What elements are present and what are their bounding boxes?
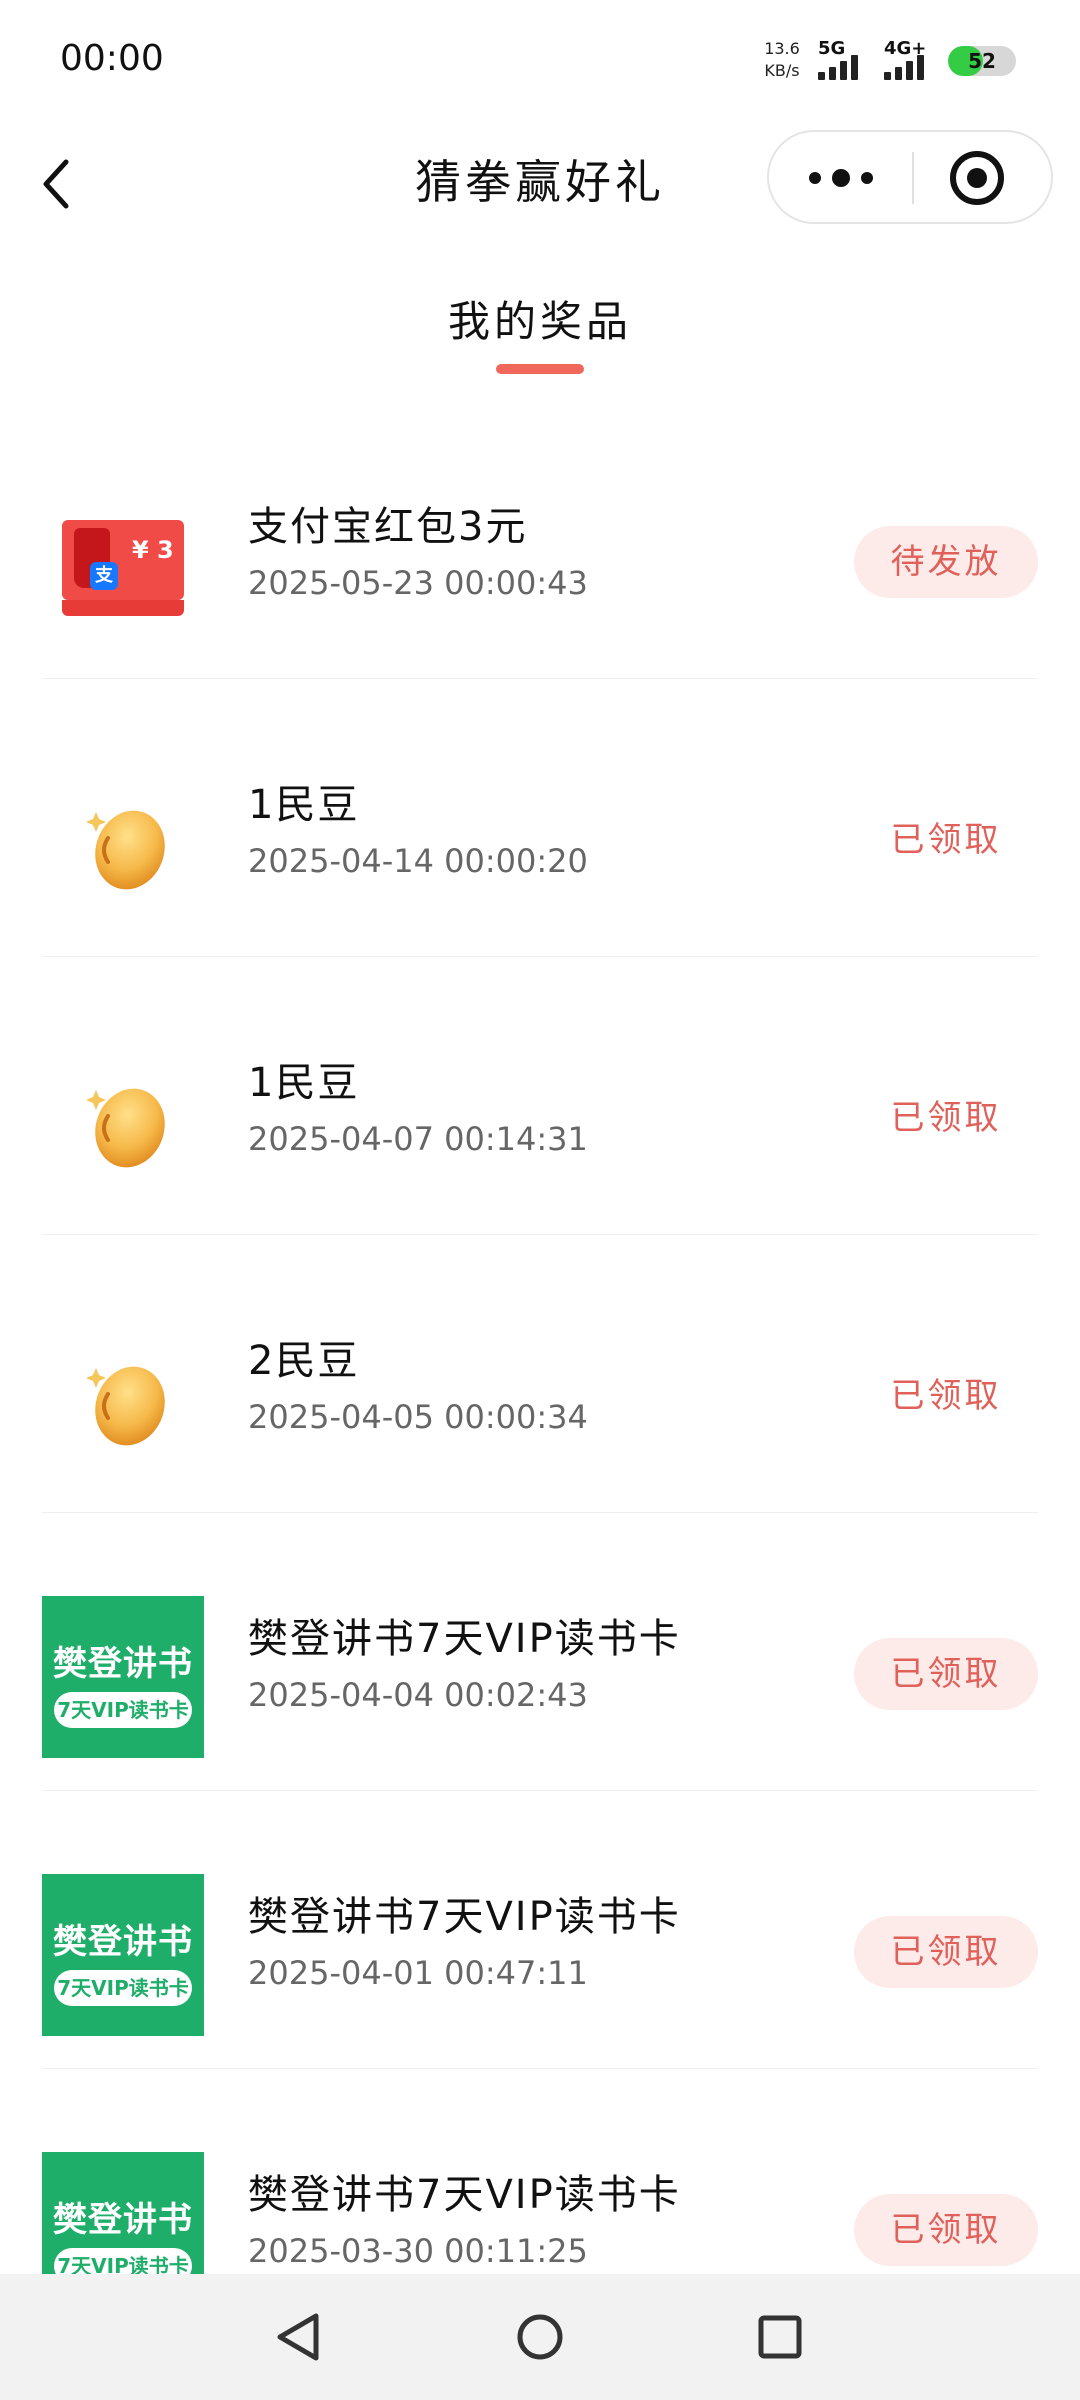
system-back-button[interactable]: [260, 2302, 340, 2372]
target-circle-icon: [950, 151, 1004, 205]
battery-level: 52: [968, 49, 996, 73]
system-navigation-bar: [0, 2274, 1080, 2400]
system-home-button[interactable]: [500, 2302, 580, 2372]
prize-status-button[interactable]: 已领取: [854, 1360, 1038, 1432]
prize-list-item: 1民豆 2025-04-07 00:14:31 已领取: [42, 956, 1038, 1235]
prize-time: 2025-04-05 00:00:34: [248, 1398, 588, 1436]
signal-bars-icon: [818, 54, 858, 80]
prize-name: 1民豆: [248, 1060, 360, 1106]
status-time: 00:00: [60, 38, 164, 79]
signal-5g: 5G: [818, 38, 874, 82]
prize-thumbnail: [42, 1318, 204, 1480]
signal-bars-icon: [884, 54, 924, 80]
square-recents-icon: [758, 2315, 802, 2359]
battery-icon: 52: [948, 46, 1016, 76]
prize-list-item: 樊登讲书 7天VIP读书卡 樊登讲书7天VIP读书卡 2025-04-04 00:02…: [42, 1512, 1038, 1791]
alipay-logo-icon: 支: [90, 562, 118, 590]
prize-status-button[interactable]: 待发放: [854, 526, 1038, 598]
prize-name: 樊登讲书7天VIP读书卡: [248, 1616, 681, 1662]
more-button[interactable]: [769, 132, 911, 222]
more-dots-icon: [809, 169, 873, 187]
prize-name: 樊登讲书7天VIP读书卡: [248, 2172, 681, 2218]
prize-status-button[interactable]: 已领取: [854, 2194, 1038, 2266]
bean-icon: [86, 1088, 165, 1168]
book-card-title: 樊登讲书: [53, 1644, 193, 1684]
prize-list-item: 2民豆 2025-04-05 00:00:34 已领取: [42, 1234, 1038, 1513]
signal-4g: 4G+: [884, 38, 940, 82]
network-speed-unit: KB/s: [764, 61, 800, 80]
circle-home-icon: [517, 2314, 563, 2360]
screen: 00:00 13.6 KB/s 5G 4G+ 52 猜拳赢好礼 我的奖品 支 ¥…: [0, 0, 1080, 2400]
prize-status-button[interactable]: 已领取: [854, 1916, 1038, 1988]
prize-list-item: 樊登讲书 7天VIP读书卡 樊登讲书7天VIP读书卡 2025-04-01 00:47…: [42, 1790, 1038, 2069]
prize-list-item: 1民豆 2025-04-14 00:00:20 已领取: [42, 678, 1038, 957]
prize-name: 樊登讲书7天VIP读书卡: [248, 1894, 681, 1940]
prize-thumbnail: [42, 1040, 204, 1202]
tab-my-prizes[interactable]: 我的奖品: [390, 288, 690, 374]
close-mini-program-button[interactable]: [915, 132, 1051, 222]
network-speed: 13.6 KB/s: [762, 38, 802, 82]
book-card-subtitle: 7天VIP读书卡: [54, 1970, 192, 2006]
prize-time: 2025-03-30 00:11:25: [248, 2232, 588, 2270]
red-packet-amount: ¥ 3: [132, 536, 174, 564]
mini-program-capsule: [767, 130, 1053, 224]
book-card-icon: 樊登讲书 7天VIP读书卡: [42, 1874, 204, 2036]
prize-thumbnail: 樊登讲书 7天VIP读书卡: [42, 1596, 204, 1758]
network-speed-value: 13.6: [764, 39, 800, 58]
prize-time: 2025-04-01 00:47:11: [248, 1954, 588, 1992]
status-bar: 00:00 13.6 KB/s 5G 4G+ 52: [0, 0, 1080, 120]
triangle-back-icon: [277, 2313, 319, 2361]
system-recents-button[interactable]: [740, 2302, 820, 2372]
prize-status-button[interactable]: 已领取: [854, 1638, 1038, 1710]
prize-time: 2025-05-23 00:00:43: [248, 564, 588, 602]
prize-time: 2025-04-07 00:14:31: [248, 1120, 588, 1158]
prize-time: 2025-04-14 00:00:20: [248, 842, 588, 880]
back-button[interactable]: [30, 140, 90, 220]
chevron-left-icon: [43, 159, 69, 209]
capsule-divider: [912, 152, 914, 204]
book-card-title: 樊登讲书: [53, 2200, 193, 2240]
bean-icon: [86, 810, 165, 890]
prize-thumbnail: 樊登讲书 7天VIP读书卡: [42, 1874, 204, 2036]
bean-icon: [86, 1366, 165, 1446]
prize-name: 支付宝红包3元: [248, 504, 528, 550]
book-card-title: 樊登讲书: [53, 1922, 193, 1962]
prize-list-item: 支 ¥ 3 支付宝红包3元 2025-05-23 00:00:43 待发放: [42, 400, 1038, 679]
prize-status-button[interactable]: 已领取: [854, 1082, 1038, 1154]
tab-active-indicator: [496, 364, 584, 374]
book-card-subtitle: 7天VIP读书卡: [54, 1692, 192, 1728]
tab-my-prizes-label: 我的奖品: [447, 297, 632, 346]
prize-name: 2民豆: [248, 1338, 360, 1384]
page-title: 猜拳赢好礼: [415, 155, 665, 209]
prize-thumbnail: 支 ¥ 3: [42, 484, 204, 646]
prize-name: 1民豆: [248, 782, 360, 828]
prize-status-button[interactable]: 已领取: [854, 804, 1038, 876]
book-card-icon: 樊登讲书 7天VIP读书卡: [42, 1596, 204, 1758]
prize-time: 2025-04-04 00:02:43: [248, 1676, 588, 1714]
prize-thumbnail: [42, 762, 204, 924]
red-packet-icon: 支 ¥ 3: [62, 520, 184, 616]
